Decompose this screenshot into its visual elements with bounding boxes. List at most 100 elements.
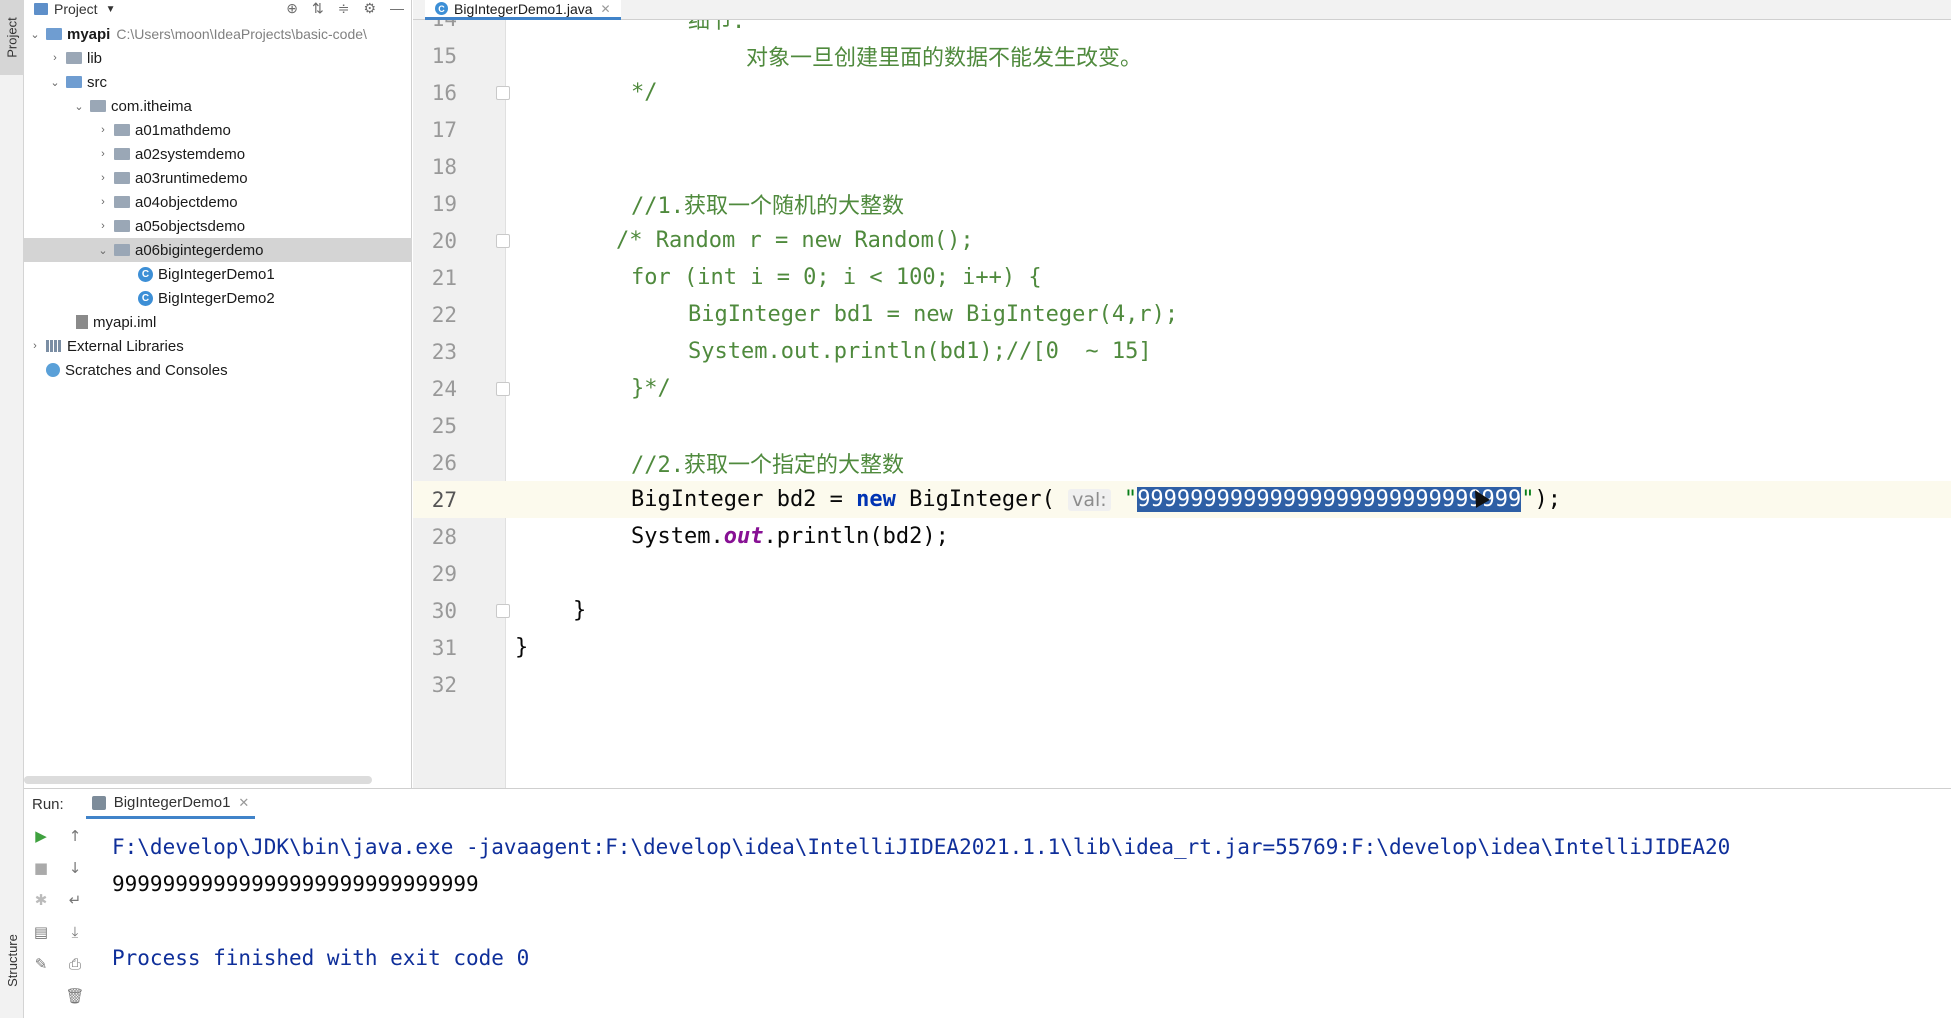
stop-icon[interactable]: ■ xyxy=(32,859,50,877)
line-number: 19 xyxy=(431,191,457,216)
close-icon[interactable]: ✕ xyxy=(601,2,611,16)
line-number: 26 xyxy=(431,450,457,475)
editor-tab-active[interactable]: C BigIntegerDemo1.java ✕ xyxy=(425,0,621,20)
fold-marker-icon[interactable] xyxy=(496,233,510,248)
console-command-line: F:\develop\JDK\bin\java.exe -javaagent:F… xyxy=(112,834,1731,859)
line-number: 15 xyxy=(431,43,457,68)
bug-icon[interactable]: ✱ xyxy=(32,891,50,909)
trash-icon[interactable]: 🗑 xyxy=(65,987,84,1005)
parameter-hint: val: xyxy=(1068,489,1111,511)
project-tool-tab-label: Project xyxy=(4,17,20,58)
run-tab-active[interactable]: BigIntegerDemo1 ✕ xyxy=(85,789,256,819)
fold-marker-icon[interactable] xyxy=(496,381,510,396)
chevron-right-icon[interactable]: › xyxy=(96,148,110,160)
project-view-icon xyxy=(34,3,48,15)
line-number: 21 xyxy=(431,265,457,290)
chevron-down-icon[interactable]: ⌄ xyxy=(72,100,86,113)
package-icon xyxy=(114,220,130,232)
code-line: 22 BigInteger bd1 = new BigInteger(4,r); xyxy=(413,296,1951,333)
locate-icon[interactable]: ⊕ xyxy=(286,0,298,17)
code-text: }*/ xyxy=(631,376,671,401)
chevron-down-icon[interactable]: ⌄ xyxy=(96,244,110,257)
libraries-icon xyxy=(46,340,62,352)
tree-item-src[interactable]: ⌄ src xyxy=(24,70,412,94)
layout-icon[interactable]: ▤ xyxy=(32,923,50,941)
code-text: } xyxy=(515,635,529,660)
project-tool-tab[interactable]: Project xyxy=(0,0,24,75)
line-number: 28 xyxy=(431,524,457,549)
hide-icon[interactable]: — xyxy=(390,0,404,17)
tree-item-iml[interactable]: myapi.iml xyxy=(24,310,412,334)
tree-item-package[interactable]: › a04objectdemo xyxy=(24,190,412,214)
scroll-to-end-icon[interactable]: ⤓ xyxy=(66,923,84,941)
up-arrow-icon[interactable]: ↑ xyxy=(66,827,84,845)
tree-item-package[interactable]: ⌄ com.itheima xyxy=(24,94,412,118)
chevron-down-icon[interactable]: ▼ xyxy=(106,4,116,15)
code-line: 18 xyxy=(413,148,1951,185)
tree-item-scratches[interactable]: Scratches and Consoles xyxy=(24,358,412,382)
left-tool-strip: Project Structure xyxy=(0,0,24,1018)
tree-item-myapi[interactable]: ⌄ myapi C:\Users\moon\IdeaProjects\basic… xyxy=(24,22,412,46)
tree-item-package[interactable]: › a02systemdemo xyxy=(24,142,412,166)
editor-tab-bar: C BigIntegerDemo1.java ✕ xyxy=(413,0,1951,20)
chevron-right-icon[interactable]: › xyxy=(96,124,110,136)
tree-item-class[interactable]: C BigIntegerDemo1 xyxy=(24,262,412,286)
line-number: 31 xyxy=(431,635,457,660)
project-view-selector[interactable]: Project xyxy=(54,1,98,17)
tree-item-package-selected[interactable]: ⌄ a06bigintegerdemo xyxy=(24,238,412,262)
horizontal-scrollbar[interactable] xyxy=(24,776,372,784)
code-text: System.out.println(bd2); xyxy=(631,524,949,549)
tree-item-class[interactable]: C BigIntegerDemo2 xyxy=(24,286,412,310)
pin-icon[interactable]: ✎ xyxy=(32,955,50,973)
tree-item-package[interactable]: › a03runtimedemo xyxy=(24,166,412,190)
structure-tool-tab[interactable]: Structure xyxy=(0,915,24,1005)
code-line: 20 /* Random r = new Random(); xyxy=(413,222,1951,259)
tree-item-external-libraries[interactable]: › External Libraries xyxy=(24,334,412,358)
structure-tool-tab-label: Structure xyxy=(4,933,20,987)
line-number: 29 xyxy=(431,561,457,586)
code-area[interactable]: 14 细节: 15 对象一旦创建里面的数据不能发生改变。 16 */ 17 18… xyxy=(413,20,1951,788)
chevron-down-icon[interactable]: ⌄ xyxy=(48,76,62,89)
java-class-icon: C xyxy=(138,266,153,282)
code-text: System.out.println(bd1);//[0 ~ 15] xyxy=(688,339,1152,364)
chevron-down-icon[interactable]: ⌄ xyxy=(28,28,42,41)
package-icon xyxy=(114,172,130,184)
code-line: 32 xyxy=(413,666,1951,703)
run-tab-label: BigIntegerDemo1 xyxy=(113,794,231,811)
code-line: 17 xyxy=(413,111,1951,148)
tree-item-label: a05objectsdemo xyxy=(135,217,246,235)
fold-marker-icon[interactable] xyxy=(496,85,510,100)
tree-item-package[interactable]: › a05objectsdemo xyxy=(24,214,412,238)
gear-icon[interactable]: ⚙ xyxy=(363,0,376,17)
chevron-right-icon[interactable]: › xyxy=(96,196,110,208)
close-icon[interactable]: ✕ xyxy=(238,795,249,811)
rerun-icon[interactable]: ▶ xyxy=(32,827,50,845)
folder-icon xyxy=(66,52,82,64)
line-number: 20 xyxy=(431,228,457,253)
run-panel-header: Run: BigIntegerDemo1 ✕ xyxy=(24,789,1951,819)
code-text: */ xyxy=(631,80,658,105)
code-line: 16 */ xyxy=(413,74,1951,111)
console-output[interactable]: F:\develop\JDK\bin\java.exe -javaagent:F… xyxy=(112,819,1951,1018)
chevron-right-icon[interactable]: › xyxy=(28,340,42,352)
collapse-all-icon[interactable]: ≑ xyxy=(338,0,350,17)
down-arrow-icon[interactable]: ↓ xyxy=(66,859,84,877)
chevron-right-icon[interactable]: › xyxy=(96,172,110,184)
line-number: 27 xyxy=(431,487,457,512)
tree-item-lib[interactable]: › lib xyxy=(24,46,412,70)
line-number: 14 xyxy=(413,20,457,31)
code-line: 19 //1.获取一个随机的大整数 xyxy=(413,185,1951,222)
code-text: BigInteger bd2 = new BigInteger( val: "9… xyxy=(631,487,1562,512)
line-number: 22 xyxy=(431,302,457,327)
tree-item-label: BigIntegerDemo2 xyxy=(158,289,275,307)
chevron-right-icon[interactable]: › xyxy=(96,220,110,232)
fold-marker-icon[interactable] xyxy=(496,603,510,618)
print-icon[interactable]: ⎙ xyxy=(66,955,84,973)
expand-all-icon[interactable]: ⇅ xyxy=(312,0,324,17)
tree-item-package[interactable]: › a01mathdemo xyxy=(24,118,412,142)
module-path: C:\Users\moon\IdeaProjects\basic-code\ xyxy=(116,26,367,42)
tree-item-label: a04objectdemo xyxy=(135,193,238,211)
run-panel-title: Run: xyxy=(32,795,64,813)
chevron-right-icon[interactable]: › xyxy=(48,52,62,64)
soft-wrap-icon[interactable]: ↵ xyxy=(66,891,84,909)
